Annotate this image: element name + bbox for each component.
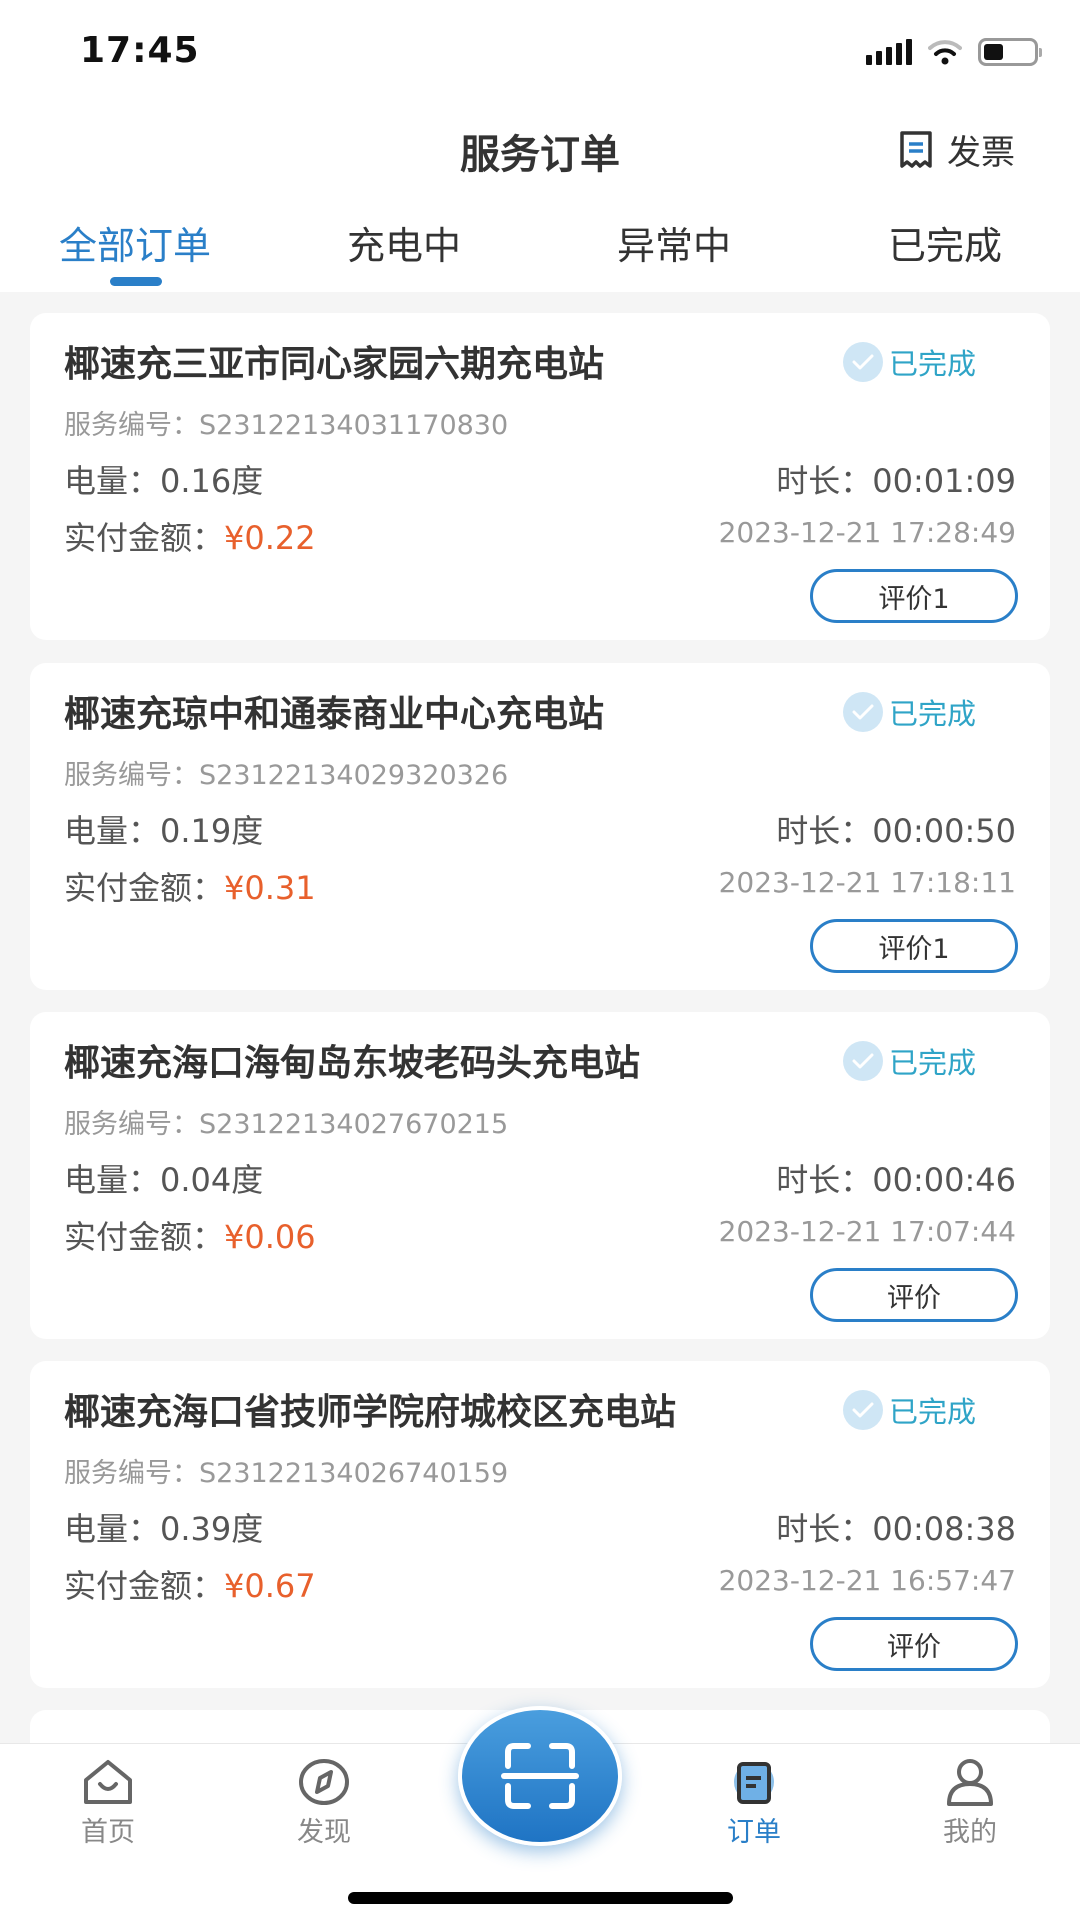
station-name: 椰速充海口海甸岛东坡老码头充电站 (64, 1043, 641, 1084)
orders-icon (734, 1762, 774, 1804)
status-text: 已完成 (889, 697, 977, 731)
station-name: 椰速充琼中和通泰商业中心充电站 (64, 694, 605, 735)
nav-home[interactable]: 首页 (38, 1758, 178, 1849)
status-icons (866, 38, 1042, 66)
tab-all-orders[interactable]: 全部订单 (59, 215, 211, 270)
nav-home-label: 首页 (81, 1817, 135, 1848)
station-name: 椰速充三亚市同心家园六期充电站 (64, 344, 605, 385)
home-indicator (348, 1892, 733, 1904)
order-card[interactable]: 椰速充琼中和通泰商业中心充电站 已完成 服务编号：S23122134029320… (30, 663, 1050, 990)
receipt-icon (900, 130, 932, 168)
nav-profile-label: 我的 (943, 1817, 997, 1848)
order-card[interactable]: 椰速充海口省技师学院府城校区充电站 已完成 服务编号：S231221340267… (30, 1361, 1050, 1688)
wifi-icon (928, 40, 962, 65)
invoice-label: 发票 (947, 133, 1015, 173)
charge-duration: 时长：00:08:38 (776, 1510, 1016, 1548)
check-circle-icon (843, 692, 883, 732)
battery-icon (978, 38, 1042, 66)
tab-charging[interactable]: 充电中 (347, 215, 461, 270)
service-number: 服务编号：S23122134026740159 (64, 1458, 509, 1489)
service-number: 服务编号：S23122134031170830 (64, 410, 509, 441)
status-text: 已完成 (889, 1395, 977, 1429)
rate-button[interactable]: 评价1 (810, 919, 1018, 973)
rate-button[interactable]: 评价 (810, 1617, 1018, 1671)
order-time: 2023-12-21 17:07:44 (718, 1215, 1016, 1248)
nav-orders-label: 订单 (727, 1817, 781, 1848)
energy-amount: 电量：0.19度 (64, 812, 264, 850)
nav-discover[interactable]: 发现 (254, 1758, 394, 1849)
check-circle-icon (843, 1041, 883, 1081)
energy-amount: 电量：0.39度 (64, 1510, 264, 1548)
charge-duration: 时长：00:00:46 (776, 1161, 1016, 1199)
home-icon (84, 1760, 132, 1804)
order-tabs: 全部订单 充电中 异常中 已完成 (0, 215, 1080, 292)
check-circle-icon (843, 342, 883, 382)
rate-button[interactable]: 评价1 (810, 569, 1018, 623)
order-time: 2023-12-21 17:28:49 (718, 516, 1016, 549)
status-badge: 已完成 (843, 1040, 976, 1082)
nav-profile[interactable]: 我的 (900, 1758, 1040, 1849)
nav-orders[interactable]: 订单 (684, 1758, 824, 1849)
scan-icon (501, 1743, 579, 1809)
cellular-signal-icon (866, 39, 912, 65)
status-badge: 已完成 (843, 341, 976, 383)
top-bar: 17:45 服务订单 发票 全部订单 充电中 异常中 已完成 (0, 0, 1080, 292)
paid-amount: 实付金额：¥0.31 (64, 869, 316, 907)
tab-completed[interactable]: 已完成 (888, 215, 1002, 270)
check-circle-icon (843, 1390, 883, 1430)
invoice-button[interactable]: 发票 (899, 125, 1015, 174)
compass-icon (299, 1759, 349, 1805)
station-name: 椰速充海口省技师学院府城校区充电站 (64, 1392, 677, 1433)
status-text: 已完成 (889, 1046, 977, 1080)
status-time: 17:45 (80, 30, 200, 71)
service-number: 服务编号：S23122134029320326 (64, 760, 509, 791)
status-badge: 已完成 (843, 691, 976, 733)
tab-abnormal[interactable]: 异常中 (617, 215, 731, 270)
order-time: 2023-12-21 17:18:11 (718, 866, 1016, 899)
order-card[interactable]: 椰速充海口海甸岛东坡老码头充电站 已完成 服务编号：S2312213402767… (30, 1012, 1050, 1339)
charge-duration: 时长：00:00:50 (776, 812, 1016, 850)
nav-discover-label: 发现 (297, 1817, 351, 1848)
order-time: 2023-12-21 16:57:47 (718, 1564, 1016, 1597)
paid-amount: 实付金额：¥0.06 (64, 1218, 316, 1256)
paid-amount: 实付金额：¥0.67 (64, 1567, 316, 1605)
energy-amount: 电量：0.16度 (64, 462, 264, 500)
scan-button[interactable] (458, 1706, 622, 1846)
active-tab-indicator (110, 277, 162, 286)
paid-amount: 实付金额：¥0.22 (64, 519, 316, 557)
charge-duration: 时长：00:01:09 (776, 462, 1016, 500)
status-text: 已完成 (889, 347, 977, 381)
rate-button[interactable]: 评价 (810, 1268, 1018, 1322)
user-icon (947, 1759, 993, 1806)
service-number: 服务编号：S23122134027670215 (64, 1109, 509, 1140)
status-badge: 已完成 (843, 1389, 976, 1431)
energy-amount: 电量：0.04度 (64, 1161, 264, 1199)
order-card[interactable]: 椰速充三亚市同心家园六期充电站 已完成 服务编号：S23122134031170… (30, 313, 1050, 640)
